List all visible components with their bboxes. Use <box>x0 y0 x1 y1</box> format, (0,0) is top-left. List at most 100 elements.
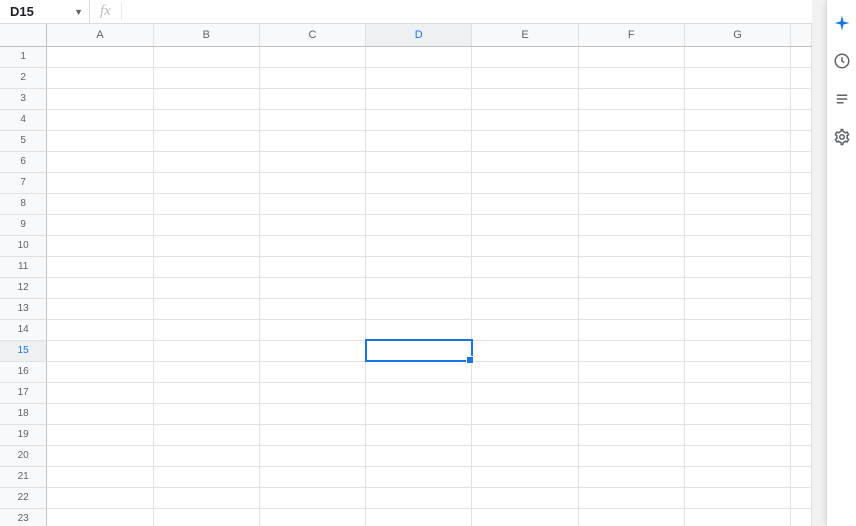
row-header-7[interactable]: 7 <box>0 172 47 193</box>
cell-B23[interactable] <box>153 508 259 526</box>
cell-D21[interactable] <box>366 466 472 487</box>
cell-E1[interactable] <box>472 46 578 67</box>
cell-F9[interactable] <box>578 214 684 235</box>
cell-A1[interactable] <box>47 46 153 67</box>
cell-B15[interactable] <box>153 340 259 361</box>
cell-C9[interactable] <box>259 214 365 235</box>
row-header-1[interactable]: 1 <box>0 46 47 67</box>
cell-G8[interactable] <box>684 193 790 214</box>
row-header-21[interactable]: 21 <box>0 466 47 487</box>
cell-E16[interactable] <box>472 361 578 382</box>
cell-B7[interactable] <box>153 172 259 193</box>
cell-G14[interactable] <box>684 319 790 340</box>
cell-D22[interactable] <box>366 487 472 508</box>
cell-A4[interactable] <box>47 109 153 130</box>
cell-F11[interactable] <box>578 256 684 277</box>
cell-F20[interactable] <box>578 445 684 466</box>
cell-F17[interactable] <box>578 382 684 403</box>
cell-B21[interactable] <box>153 466 259 487</box>
cell-F1[interactable] <box>578 46 684 67</box>
cell-A15[interactable] <box>47 340 153 361</box>
cell-B14[interactable] <box>153 319 259 340</box>
cell-A3[interactable] <box>47 88 153 109</box>
vertical-scrollbar[interactable] <box>812 0 826 526</box>
column-header-F[interactable]: F <box>578 24 684 46</box>
cell-D10[interactable] <box>366 235 472 256</box>
cell-A8[interactable] <box>47 193 153 214</box>
cell-E6[interactable] <box>472 151 578 172</box>
cell-C10[interactable] <box>259 235 365 256</box>
cell-D23[interactable] <box>366 508 472 526</box>
row-header-22[interactable]: 22 <box>0 487 47 508</box>
cell-E4[interactable] <box>472 109 578 130</box>
cell-G1[interactable] <box>684 46 790 67</box>
cell-B3[interactable] <box>153 88 259 109</box>
column-header-G[interactable]: G <box>684 24 790 46</box>
cell-A6[interactable] <box>47 151 153 172</box>
cell-A10[interactable] <box>47 235 153 256</box>
cell-G22[interactable] <box>684 487 790 508</box>
cell-E5[interactable] <box>472 130 578 151</box>
cell-F15[interactable] <box>578 340 684 361</box>
cell-C21[interactable] <box>259 466 365 487</box>
cell-G16[interactable] <box>684 361 790 382</box>
cell-D14[interactable] <box>366 319 472 340</box>
cell-E7[interactable] <box>472 172 578 193</box>
cell-F4[interactable] <box>578 109 684 130</box>
cell-E21[interactable] <box>472 466 578 487</box>
cell-G6[interactable] <box>684 151 790 172</box>
cell-C16[interactable] <box>259 361 365 382</box>
cell-B11[interactable] <box>153 256 259 277</box>
cell-D4[interactable] <box>366 109 472 130</box>
cell-B19[interactable] <box>153 424 259 445</box>
cell-F13[interactable] <box>578 298 684 319</box>
cell-E22[interactable] <box>472 487 578 508</box>
cell-C4[interactable] <box>259 109 365 130</box>
history-icon[interactable] <box>827 42 856 80</box>
cell-C15[interactable] <box>259 340 365 361</box>
cell-G11[interactable] <box>684 256 790 277</box>
cell-F5[interactable] <box>578 130 684 151</box>
row-header-12[interactable]: 12 <box>0 277 47 298</box>
cell-F16[interactable] <box>578 361 684 382</box>
cell-C1[interactable] <box>259 46 365 67</box>
cell-D18[interactable] <box>366 403 472 424</box>
cell-F21[interactable] <box>578 466 684 487</box>
cell-G12[interactable] <box>684 277 790 298</box>
cell-D15[interactable] <box>366 340 472 361</box>
cell-G19[interactable] <box>684 424 790 445</box>
cell-G7[interactable] <box>684 172 790 193</box>
cell-E17[interactable] <box>472 382 578 403</box>
cell-A7[interactable] <box>47 172 153 193</box>
column-header-C[interactable]: C <box>259 24 365 46</box>
cell-G2[interactable] <box>684 67 790 88</box>
cell-C17[interactable] <box>259 382 365 403</box>
cell-E8[interactable] <box>472 193 578 214</box>
cell-A12[interactable] <box>47 277 153 298</box>
cell-A21[interactable] <box>47 466 153 487</box>
cell-E23[interactable] <box>472 508 578 526</box>
cell-F3[interactable] <box>578 88 684 109</box>
cell-F12[interactable] <box>578 277 684 298</box>
cell-B2[interactable] <box>153 67 259 88</box>
cell-C14[interactable] <box>259 319 365 340</box>
settings-icon[interactable] <box>827 118 856 156</box>
list-icon[interactable] <box>827 80 856 118</box>
cell-B22[interactable] <box>153 487 259 508</box>
cell-E13[interactable] <box>472 298 578 319</box>
cell-E11[interactable] <box>472 256 578 277</box>
cell-D7[interactable] <box>366 172 472 193</box>
column-header-D[interactable]: D <box>366 24 472 46</box>
row-header-15[interactable]: 15 <box>0 340 47 361</box>
cell-A16[interactable] <box>47 361 153 382</box>
cell-E20[interactable] <box>472 445 578 466</box>
cell-C19[interactable] <box>259 424 365 445</box>
cell-A13[interactable] <box>47 298 153 319</box>
cell-G20[interactable] <box>684 445 790 466</box>
cell-C12[interactable] <box>259 277 365 298</box>
spreadsheet-grid[interactable]: ABCDEFG 12345678910111213141516171819202… <box>0 24 812 526</box>
cell-F22[interactable] <box>578 487 684 508</box>
cell-E3[interactable] <box>472 88 578 109</box>
cell-A11[interactable] <box>47 256 153 277</box>
name-box-dropdown-icon[interactable]: ▼ <box>68 7 89 17</box>
